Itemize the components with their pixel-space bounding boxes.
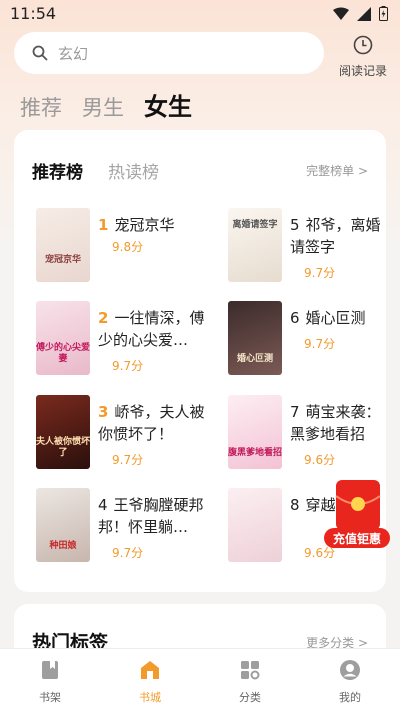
book-title: 7 萌宝来袭：黑爹地看招 [290,403,381,443]
book-item[interactable]: 宠冠京华 1 宠冠京华 9.8分 [36,208,211,284]
nav-category-label: 分类 [239,691,261,704]
book-item[interactable]: 种田娘 4 王爷胸膛硬邦邦！怀里躺… 9.7分 [36,488,211,564]
tab-hot-list[interactable]: 热读榜 [108,158,159,183]
book-score: 9.7分 [304,337,336,351]
cover-title: 傅少的心尖爱妻 [36,343,90,364]
store-icon [141,661,159,679]
signal-icon [357,6,371,21]
book-item[interactable]: 腹黑爹地看招 7 萌宝来袭：黑爹地看招 9.6分 [228,395,386,471]
book-cover [228,488,282,562]
book-cover: 夫人被你惯坏了 [36,395,90,469]
book-score: 9.7分 [112,453,144,467]
tab-recommend[interactable]: 推荐 [20,92,62,122]
tab-recommend-list[interactable]: 推荐榜 [32,158,83,183]
cover-title: 种田娘 [49,541,77,551]
book-item[interactable]: 婚心叵测 6 婚心叵测 9.7分 [228,301,386,377]
category-icon [241,661,260,680]
book-title: 1 宠冠京华 [98,216,175,234]
book-title: 5 祁爷，离婚请签字 [290,216,381,256]
book-cover: 宠冠京华 [36,208,90,282]
book-cover: 傅少的心尖爱妻 [36,301,90,375]
cover-title: 离婚请签字 [232,220,278,230]
tab-female[interactable]: 女生 [144,87,192,122]
book-score: 9.7分 [112,546,144,560]
book-cover: 种田娘 [36,488,90,562]
search-placeholder: 玄幻 [58,44,89,63]
book-title: 3 峤爷，夫人被你惯坏了！ [98,403,205,443]
book-title: 6 婚心叵测 [290,309,366,327]
nav-store-label: 书城 [139,691,161,704]
cover-title: 宠冠京华 [44,255,81,265]
clock-icon [353,35,373,55]
book-score: 9.7分 [112,359,144,373]
wifi-icon [333,7,349,20]
cover-title: 婚心叵测 [236,354,273,364]
status-icons [333,6,388,21]
nav-category[interactable]: 分类 [200,649,300,712]
book-title: 4 王爷胸膛硬邦邦！怀里躺… [98,496,204,536]
bookshelf-icon [42,661,58,679]
nav-profile-label: 我的 [339,691,361,704]
recharge-promo-badge[interactable]: 充值钜惠 [322,478,392,552]
book-item[interactable]: 离婚请签字 5 祁爷，离婚请签字 9.7分 [228,208,386,284]
full-ranking-link[interactable]: 完整榜单 > [306,162,368,179]
book-score: 9.6分 [304,453,336,467]
reading-history-button[interactable]: 阅读记录 [330,32,396,78]
category-tabs: 推荐 男生 女生 [20,86,192,122]
book-score: 9.7分 [304,266,336,280]
nav-bookshelf[interactable]: 书架 [0,649,100,712]
ranking-header: 推荐榜 热读榜 完整榜单 > [32,158,368,184]
cover-title: 夫人被你惯坏了 [36,437,90,458]
book-item[interactable]: 傅少的心尖爱妻 2 一往情深，傅少的心尖爱… 9.7分 [36,301,211,377]
bottom-nav: 书架 书城 分类 我的 [0,648,400,712]
search-icon [32,45,48,61]
book-cover: 婚心叵测 [228,301,282,375]
cover-title: 腹黑爹地看招 [228,448,282,458]
status-time: 11:54 [10,4,57,23]
nav-store[interactable]: 书城 [100,649,200,712]
status-bar: 11:54 [0,0,400,28]
book-cover: 离婚请签字 [228,208,282,282]
book-item[interactable]: 夫人被你惯坏了 3 峤爷，夫人被你惯坏了！ 9.7分 [36,395,211,471]
nav-bookshelf-label: 书架 [39,691,61,704]
tab-male[interactable]: 男生 [82,92,124,122]
book-cover: 腹黑爹地看招 [228,395,282,469]
battery-icon [379,6,388,21]
search-input[interactable]: 玄幻 [14,32,324,74]
book-title: 2 一往情深，傅少的心尖爱… [98,309,205,349]
profile-icon [340,660,360,680]
book-score: 9.8分 [112,240,144,254]
reading-history-label: 阅读记录 [338,64,387,78]
nav-profile[interactable]: 我的 [300,649,400,712]
promo-label: 充值钜惠 [332,532,381,546]
